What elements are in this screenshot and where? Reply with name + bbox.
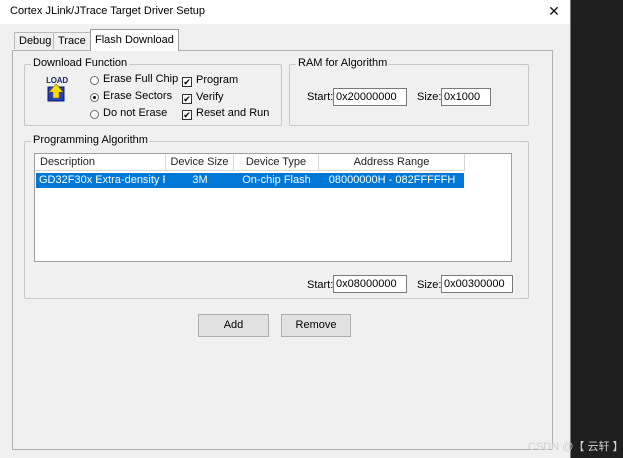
tab-debug[interactable]: Debug (14, 32, 57, 49)
row-description: GD32F30x Extra-density F... (39, 174, 165, 186)
window-title: Cortex JLink/JTrace Target Driver Setup (10, 5, 206, 17)
algorithm-size-input[interactable]: 0x00300000 (441, 275, 513, 293)
ram-start-input[interactable]: 0x20000000 (333, 88, 407, 106)
column-header-device-type[interactable]: Device Type (234, 154, 319, 171)
algorithm-start-input[interactable]: 0x08000000 (333, 275, 407, 293)
verify-label: Verify (196, 91, 224, 103)
algorithm-list[interactable]: Description Device Size Device Type Addr… (34, 153, 512, 262)
table-row[interactable]: GD32F30x Extra-density F... 3M On-chip F… (36, 173, 464, 188)
load-icon: LOAD (44, 76, 70, 104)
ram-start-label: Start: (307, 91, 334, 103)
erase-full-chip-radio[interactable] (90, 76, 99, 85)
column-header-address-range[interactable]: Address Range (319, 154, 465, 171)
column-header-device-size[interactable]: Device Size (166, 154, 234, 171)
remove-button[interactable]: Remove (281, 314, 351, 337)
erase-full-chip-label: Erase Full Chip (103, 73, 179, 85)
ram-size-input[interactable]: 0x1000 (441, 88, 491, 106)
erase-sectors-radio[interactable] (90, 93, 99, 102)
tab-flash-download[interactable]: Flash Download (90, 29, 179, 51)
group-label: RAM for Algorithm (296, 57, 390, 69)
row-device-type: On-chip Flash (242, 174, 311, 186)
dialog-window: Cortex JLink/JTrace Target Driver Setup … (0, 0, 571, 458)
watermark: CSDN @【 云轩 】 (528, 441, 623, 453)
group-label: Download Function (31, 57, 130, 69)
reset-and-run-label: Reset and Run (196, 107, 270, 119)
row-address-range: 08000000H - 082FFFFFH (328, 174, 456, 186)
tab-trace[interactable]: Trace (53, 32, 91, 49)
do-not-erase-label: Do not Erase (103, 107, 168, 119)
title-bar: Cortex JLink/JTrace Target Driver Setup … (0, 0, 570, 24)
verify-checkbox[interactable]: ✔ (182, 94, 192, 104)
row-device-size: 3M (192, 174, 208, 186)
algorithm-start-label: Start: (307, 279, 334, 291)
program-checkbox[interactable]: ✔ (182, 77, 192, 87)
do-not-erase-radio[interactable] (90, 110, 99, 119)
add-button[interactable]: Add (198, 314, 269, 337)
reset-and-run-checkbox[interactable]: ✔ (182, 110, 192, 120)
group-label: Programming Algorithm (31, 134, 150, 146)
ram-size-label: Size: (417, 91, 442, 103)
program-label: Program (196, 74, 239, 86)
algorithm-size-label: Size: (417, 279, 442, 291)
column-header-description[interactable]: Description (35, 154, 166, 171)
erase-sectors-label: Erase Sectors (103, 90, 173, 102)
close-icon[interactable]: ✕ (542, 0, 566, 22)
